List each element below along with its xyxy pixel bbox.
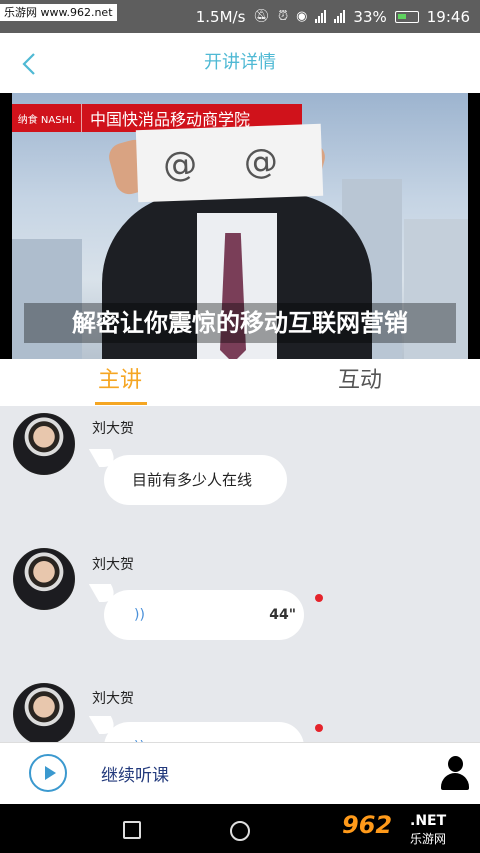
avatar[interactable]: [13, 413, 75, 475]
recent-apps-icon[interactable]: [123, 821, 141, 839]
site-logo-number: 962: [342, 811, 393, 839]
site-logo-net: .NET: [410, 813, 447, 829]
play-button[interactable]: [29, 754, 67, 792]
text-bubble[interactable]: 目前有多少人在线: [104, 455, 287, 505]
user-icon[interactable]: [440, 756, 470, 790]
system-nav-bar: 962 .NET 乐游网: [0, 804, 480, 853]
battery-percent: 33%: [353, 7, 387, 26]
site-logo: 962 .NET 乐游网: [342, 811, 472, 847]
avatar[interactable]: [13, 548, 75, 610]
home-icon[interactable]: [230, 821, 250, 841]
avatar[interactable]: [13, 683, 75, 742]
site-watermark: 乐游网 www.962.net: [0, 4, 117, 21]
voice-bubble[interactable]: )) 44": [104, 590, 304, 640]
status-bar: 乐游网 www.962.net 1.5M/s 🔕︎ ⏰︎ ◉ 33% 19:46: [0, 0, 480, 33]
course-banner: 纳食 NASHI. 中国快消品移动商学院 @ @ 解密让你震惊的移动互联网营销: [12, 93, 468, 359]
page-title: 开讲详情: [204, 52, 276, 73]
status-indicators: 1.5M/s 🔕︎ ⏰︎ ◉ 33% 19:46: [196, 0, 470, 33]
site-logo-cn: 乐游网: [410, 832, 447, 846]
voice-duration: 44": [269, 607, 296, 623]
brand-logo: 纳食 NASHI.: [12, 104, 82, 132]
network-speed: 1.5M/s: [195, 7, 246, 26]
signal-4g-icon: [334, 10, 346, 23]
unread-dot: [315, 724, 323, 732]
tab-bar: 主讲 互动: [0, 359, 480, 406]
active-tab-indicator: [95, 402, 147, 405]
sender-name: 刘大贺: [92, 557, 134, 573]
battery-icon: [394, 10, 419, 23]
unread-dot: [315, 594, 323, 602]
clock: 19:46: [426, 7, 470, 26]
banner-caption: 解密让你震惊的移动互联网营销: [24, 303, 456, 343]
voice-bubble[interactable]: )): [104, 722, 304, 742]
app-header: 开讲详情: [0, 33, 480, 93]
mute-icon: 🔕︎: [253, 9, 270, 24]
tab-main-speaker[interactable]: 主讲: [0, 359, 240, 406]
signal-2g-icon: [315, 10, 327, 23]
voice-wave-icon: )): [134, 722, 145, 742]
tab-interaction[interactable]: 互动: [240, 359, 480, 406]
sender-name: 刘大贺: [92, 691, 134, 707]
eye-icon: ◉: [296, 9, 308, 24]
continue-listening-button[interactable]: 继续听课: [101, 761, 169, 786]
bottom-bar: 继续听课: [0, 742, 480, 804]
message-text: 目前有多少人在线: [132, 471, 253, 489]
alarm-icon: ⏰︎: [277, 9, 289, 24]
sender-name: 刘大贺: [92, 421, 134, 437]
chat-list[interactable]: 刘大贺 目前有多少人在线 刘大贺 )) 44" 刘大贺 )): [0, 406, 480, 742]
banner-paper-sign: @ @: [135, 123, 324, 203]
voice-wave-icon: )): [134, 607, 145, 623]
